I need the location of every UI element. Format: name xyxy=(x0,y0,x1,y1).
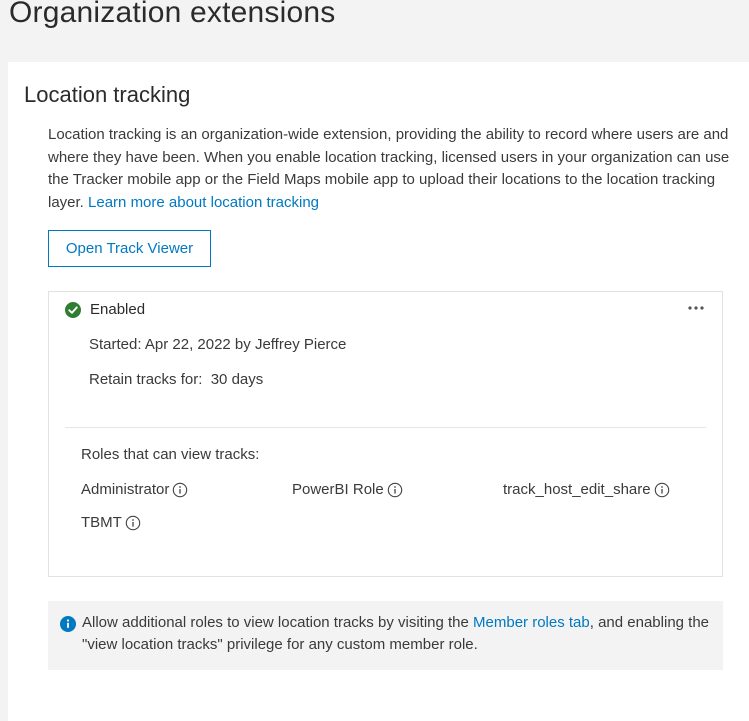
info-icon[interactable] xyxy=(125,515,141,531)
status-card: Enabled Started: Apr 22, 2022 by Jeffrey… xyxy=(48,291,723,577)
started-info: Started: Apr 22, 2022 by Jeffrey Pierce xyxy=(89,336,347,353)
section-description: Location tracking is an organization-wid… xyxy=(48,124,738,214)
info-icon[interactable] xyxy=(172,482,188,498)
roles-label: Roles that can view tracks: xyxy=(81,446,260,463)
status-label: Enabled xyxy=(90,301,146,318)
page-title: Organization extensions xyxy=(9,0,336,29)
open-track-viewer-button[interactable]: Open Track Viewer xyxy=(48,230,211,267)
more-horizontal-icon[interactable] xyxy=(686,298,706,318)
info-icon[interactable] xyxy=(654,482,670,498)
retain-info: Retain tracks for: 30 days xyxy=(89,371,263,388)
role-item: PowerBI Role xyxy=(292,481,403,498)
role-name: PowerBI Role xyxy=(292,481,384,498)
check-circle-icon xyxy=(65,301,81,318)
role-name: track_host_edit_share xyxy=(503,481,651,498)
notice-text: Allow additional roles to view location … xyxy=(82,612,712,656)
section-title: Location tracking xyxy=(24,82,191,107)
retain-value: 30 days xyxy=(210,371,264,388)
member-roles-tab-link[interactable]: Member roles tab xyxy=(473,614,590,631)
retain-label: Retain tracks for: xyxy=(89,371,203,388)
role-item: TBMT xyxy=(81,514,141,531)
info-notice: Allow additional roles to view location … xyxy=(48,601,723,670)
status-row: Enabled xyxy=(65,301,145,318)
notice-text-before: Allow additional roles to view location … xyxy=(82,614,469,631)
divider xyxy=(65,427,706,428)
role-name: TBMT xyxy=(81,514,122,531)
info-icon[interactable] xyxy=(387,482,403,498)
role-name: Administrator xyxy=(81,481,170,498)
role-item: Administrator xyxy=(81,481,188,498)
role-item: track_host_edit_share xyxy=(503,481,670,498)
info-circle-icon xyxy=(60,616,76,632)
learn-more-link[interactable]: Learn more about location tracking xyxy=(88,194,319,211)
location-tracking-panel: Location tracking Location tracking is a… xyxy=(8,62,749,721)
